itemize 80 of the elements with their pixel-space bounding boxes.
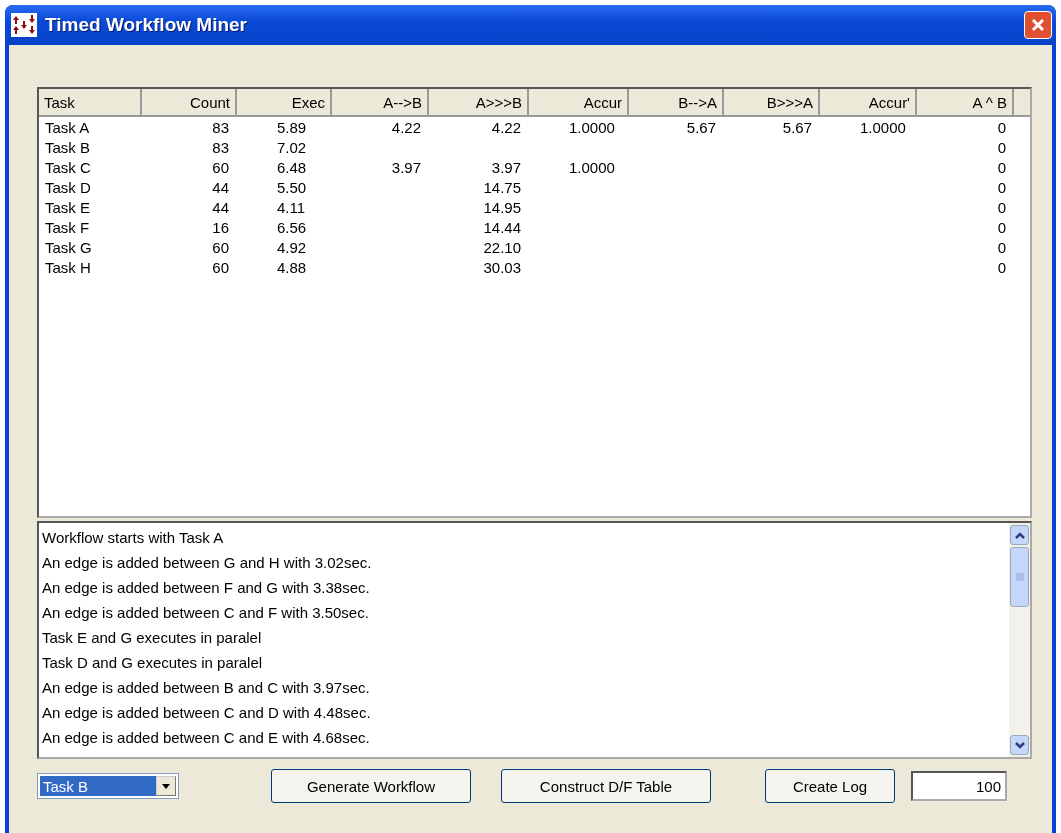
table-cell: 14.44: [483, 218, 521, 236]
table-cell: 16: [212, 218, 229, 236]
table-cell: 44: [212, 178, 229, 196]
log-line: An edge is added between C and F with 3.50sec.: [42, 603, 370, 623]
log-line: An edge is added between G and H with 3.02sec.: [42, 553, 373, 573]
log-line: An edge is added between B and C with 3.97sec.: [42, 678, 371, 698]
close-icon: [1030, 17, 1046, 33]
scroll-up-icon: [1014, 531, 1025, 539]
table-cell: 83: [212, 118, 229, 136]
empty-column-header: [1014, 89, 1030, 117]
table-cell: 14.95: [483, 198, 521, 216]
table-cell: 5.67: [782, 118, 812, 136]
column-header[interactable]: A>>>B: [429, 89, 529, 117]
table-cell: 0: [997, 178, 1006, 196]
table-cell: 3.97: [391, 158, 421, 176]
table-cell: 0: [997, 218, 1006, 236]
table-cell: Task E: [45, 198, 90, 216]
table-cell: 5.89: [277, 118, 307, 136]
table-cell: Task C: [45, 158, 91, 176]
table-cell: 30.03: [483, 258, 521, 276]
app-icon: [11, 13, 37, 37]
task-dropdown[interactable]: Task B: [37, 773, 179, 799]
table-cell: 6.56: [277, 218, 307, 236]
log-line: Workflow starts with Task A: [42, 528, 225, 548]
table-cell: 1.0000: [569, 158, 615, 176]
table-cell: 4.11: [277, 198, 306, 216]
log-line: An edge is added between F and G with 3.38sec.: [42, 578, 371, 598]
column-header[interactable]: Count: [142, 89, 237, 117]
count-field[interactable]: 100: [911, 771, 1007, 801]
table-cell: 6.48: [277, 158, 307, 176]
log-line: Task D and G executes in paralel: [42, 653, 264, 673]
column-header[interactable]: B-->A: [629, 89, 724, 117]
table-cell: 44: [212, 198, 229, 216]
table-cell: 60: [212, 258, 229, 276]
table-cell: 3.97: [491, 158, 521, 176]
table-cell: 4.92: [277, 238, 307, 256]
table-cell: 4.22: [491, 118, 521, 136]
column-header[interactable]: Accur': [820, 89, 917, 117]
table-cell: 0: [997, 238, 1006, 256]
table-cell: 4.22: [391, 118, 421, 136]
table-cell: 0: [997, 118, 1006, 136]
table-cell: 4.88: [277, 258, 307, 276]
table-cell: 1.0000: [860, 118, 906, 136]
scrollbar[interactable]: [1009, 523, 1030, 757]
log-line: An edge is added between C and E with 4.68sec.: [42, 728, 371, 748]
table-cell: 5.50: [277, 178, 307, 196]
caret-icon: [162, 783, 170, 789]
action-button[interactable]: Generate Workflow: [271, 769, 471, 803]
log-line: An edge is added between C and D with 4.48sec.: [42, 703, 372, 723]
table-cell: 14.75: [483, 178, 521, 196]
grip-icon: [1015, 573, 1024, 581]
table-cell: 0: [997, 198, 1006, 216]
table-cell: 0: [997, 158, 1006, 176]
scroll-down-icon: [1014, 741, 1025, 749]
table-cell: Task D: [45, 178, 91, 196]
table-cell: Task B: [45, 138, 90, 156]
table-cell: 22.10: [483, 238, 521, 256]
column-header[interactable]: A-->B: [332, 89, 429, 117]
window-title: Timed Workflow Miner: [45, 14, 248, 36]
column-header[interactable]: Task: [39, 89, 142, 117]
table-cell: 0: [997, 138, 1006, 156]
column-header[interactable]: A ^ B: [917, 89, 1014, 117]
table-cell: 60: [212, 158, 229, 176]
table-cell: Task F: [45, 218, 90, 236]
log-line: Task E and G executes in paralel: [42, 628, 263, 648]
table-cell: 7.02: [277, 138, 307, 156]
column-header[interactable]: B>>>A: [724, 89, 820, 117]
table-cell: Task A: [45, 118, 90, 136]
table-cell: 1.0000: [569, 118, 615, 136]
table-cell: 60: [212, 238, 229, 256]
column-header[interactable]: Accur: [529, 89, 629, 117]
table-cell: 83: [212, 138, 229, 156]
table-cell: Task H: [45, 258, 91, 276]
action-button[interactable]: Create Log: [765, 769, 895, 803]
table-cell: Task G: [45, 238, 92, 256]
action-button[interactable]: Construct D/F Table: [501, 769, 711, 803]
close-button[interactable]: [1024, 11, 1052, 39]
table-cell: 0: [997, 258, 1006, 276]
table-cell: 5.67: [686, 118, 716, 136]
column-header[interactable]: Exec: [237, 89, 332, 117]
